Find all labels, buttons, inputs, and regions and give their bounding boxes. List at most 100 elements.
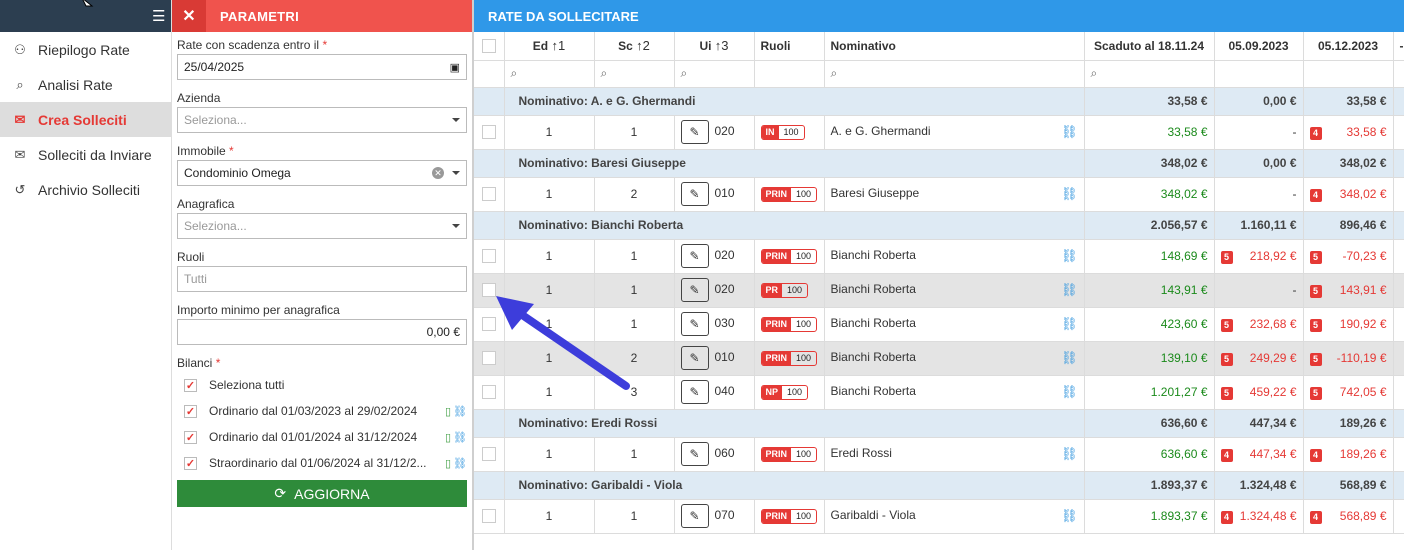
registry-select[interactable]: Seleziona...	[177, 213, 467, 239]
col-sc[interactable]: Sc ↑2	[594, 32, 675, 61]
edit-icon[interactable]: ✎	[680, 380, 709, 404]
row-checkbox[interactable]	[474, 115, 505, 150]
min-amount-input[interactable]: 0,00 €	[177, 319, 467, 345]
link-icon[interactable]: ⛓	[1061, 384, 1078, 400]
sidebar-item-2[interactable]: ✉ Crea Solleciti	[0, 102, 171, 137]
edit-icon[interactable]: ✎	[680, 504, 709, 528]
table-row[interactable]: 1 3 ✎ 040 NP 100 Bianchi Roberta ⛓ 1.201,27 €5 45…	[474, 375, 1404, 410]
link-icon[interactable]: ⛓	[1061, 316, 1078, 332]
checkmark-icon[interactable]: ✓	[184, 430, 197, 444]
table-row[interactable]: 1 1 ✎ 020 PRIN 100 Bianchi Roberta ⛓ 148,69 €5 21…	[474, 239, 1404, 274]
mobile-icon[interactable]: ▯	[445, 457, 451, 470]
sidebar-item-0[interactable]: ⚇ Riepilogo Rate	[0, 32, 171, 67]
cell-ed: 1	[504, 307, 595, 342]
close-icon[interactable]: ✕	[172, 0, 206, 32]
cell-sc: 2	[594, 177, 675, 212]
col-nominativo[interactable]: Nominativo	[824, 32, 1085, 61]
balance-item[interactable]: ✓ Straordinario dal 01/06/2024 al 31/12/2…	[177, 450, 467, 476]
cell-sc: 1	[594, 239, 675, 274]
edit-icon[interactable]: ✎	[680, 278, 709, 302]
link-icon[interactable]: ⛓	[1061, 248, 1078, 264]
table-row[interactable]: 1 1 ✎ 020 PR 100 Bianchi Roberta ⛓ 143,91 € -5 143…	[474, 273, 1404, 308]
row-checkbox[interactable]	[474, 375, 505, 410]
sidebar-item-4[interactable]: ↺ Archivio Solleciti	[0, 172, 171, 207]
select-all-rows-checkbox[interactable]	[474, 32, 505, 61]
link-icon[interactable]: ⛓	[1061, 508, 1078, 524]
group-label: Nominativo: Eredi Rossi	[504, 409, 1085, 438]
edit-icon[interactable]: ✎	[680, 244, 709, 268]
link-icon[interactable]: ⛓	[1061, 350, 1078, 366]
count-badge: 5	[1220, 386, 1233, 400]
table-row[interactable]: 1 1 ✎ 020 IN 100 A. e G. Ghermandi ⛓ 33,58 € -4 33…	[474, 115, 1404, 150]
edit-icon[interactable]: ✎	[680, 120, 709, 144]
property-label: Immobile *	[177, 144, 234, 158]
mobile-icon[interactable]: ▯	[445, 431, 451, 444]
row-checkbox[interactable]	[474, 273, 505, 308]
link-icon[interactable]: ⛓	[1061, 446, 1078, 462]
table-row[interactable]: 1 1 ✎ 030 PRIN 100 Bianchi Roberta ⛓ 423,60 €5 23…	[474, 307, 1404, 342]
checkmark-icon[interactable]: ✓	[184, 378, 197, 392]
row-checkbox[interactable]	[474, 307, 505, 342]
col-scaduto[interactable]: Scaduto al 18.11.24	[1084, 32, 1215, 61]
balance-item[interactable]: ✓ Ordinario dal 01/03/2023 al 29/02/2024 ▯…	[177, 398, 467, 424]
chevron-down-icon[interactable]	[452, 171, 460, 175]
filter-scaduto[interactable]: ⌕	[1084, 60, 1215, 88]
clear-icon[interactable]: ✕	[432, 167, 444, 179]
company-select[interactable]: Seleziona...	[177, 107, 467, 133]
col-ruoli[interactable]: Ruoli	[754, 32, 825, 61]
filter-ed[interactable]: ⌕	[504, 60, 595, 88]
select-all-checkbox[interactable]: ✓ Seleziona tutti	[177, 372, 467, 398]
edit-icon[interactable]: ✎	[680, 312, 709, 336]
group-date-1: 447,34 €	[1214, 409, 1304, 438]
table-row[interactable]: 1 1 ✎ 070 PRIN 100 Garibaldi - Viola ⛓ 1.893,37 …	[474, 499, 1404, 534]
filter-sc[interactable]: ⌕	[594, 60, 675, 88]
col-ui[interactable]: Ui ↑3	[674, 32, 755, 61]
sidebar-toggle-icon[interactable]: ☰	[152, 7, 165, 25]
sidebar-item-3[interactable]: ✉ Solleciti da Inviare	[0, 137, 171, 172]
table-row[interactable]: 1 2 ✎ 010 PRIN 100 Baresi Giuseppe ⛓ 348,02 € -4 3…	[474, 177, 1404, 212]
chevron-down-icon[interactable]	[452, 118, 460, 122]
checkmark-icon[interactable]: ✓	[184, 456, 197, 470]
cell-ed: 1	[504, 273, 595, 308]
chevron-down-icon[interactable]	[452, 224, 460, 228]
link-icon[interactable]: ⛓	[453, 457, 467, 470]
edit-icon[interactable]: ✎	[680, 442, 709, 466]
refresh-button[interactable]: ⟳ AGGIORNA	[177, 480, 467, 507]
property-value: Condominio Omega	[184, 166, 291, 180]
filter-ui[interactable]: ⌕	[674, 60, 755, 88]
count-badge: 4	[1220, 510, 1233, 524]
balance-item[interactable]: ✓ Ordinario dal 01/01/2024 al 31/12/2024 ▯…	[177, 424, 467, 450]
table-row[interactable]: 1 1 ✎ 060 PRIN 100 Eredi Rossi ⛓ 636,60 €4 447,34…	[474, 437, 1404, 472]
row-checkbox[interactable]	[474, 239, 505, 274]
row-checkbox[interactable]	[474, 437, 505, 472]
link-icon[interactable]: ⛓	[453, 405, 467, 418]
count-badge: 4	[1309, 188, 1322, 202]
col-date-1[interactable]: 05.09.2023	[1214, 32, 1304, 61]
row-checkbox[interactable]	[474, 499, 505, 534]
link-icon[interactable]: ⛓	[453, 431, 467, 444]
property-select[interactable]: Condominio Omega ✕	[177, 160, 467, 186]
roles-input[interactable]: Tutti	[177, 266, 467, 292]
col-ed[interactable]: Ed ↑1	[504, 32, 595, 61]
sort-asc-icon[interactable]: ↑2	[636, 38, 650, 53]
col-date-3[interactable]: -	[1393, 32, 1404, 61]
mobile-icon[interactable]: ▯	[445, 405, 451, 418]
calendar-icon[interactable]: ▣	[450, 61, 460, 74]
due-date-input[interactable]: 25/04/2025 ▣	[177, 54, 467, 80]
sidebar-item-1[interactable]: ⌕ Analisi Rate	[0, 67, 171, 102]
row-checkbox[interactable]	[474, 177, 505, 212]
group-date-2: 33,58 €	[1303, 87, 1394, 116]
sort-asc-icon[interactable]: ↑3	[715, 38, 729, 53]
link-icon[interactable]: ⛓	[1061, 282, 1078, 298]
edit-icon[interactable]: ✎	[680, 182, 709, 206]
checkmark-icon[interactable]: ✓	[184, 404, 197, 418]
sort-asc-icon[interactable]: ↑1	[551, 38, 565, 53]
link-icon[interactable]: ⛓	[1061, 186, 1078, 202]
row-checkbox[interactable]	[474, 341, 505, 376]
edit-icon[interactable]: ✎	[680, 346, 709, 370]
filter-nominativo[interactable]: ⌕	[824, 60, 1085, 88]
link-icon[interactable]: ⛓	[1061, 124, 1078, 140]
col-date-2[interactable]: 05.12.2023	[1303, 32, 1394, 61]
table-row[interactable]: 1 2 ✎ 010 PRIN 100 Bianchi Roberta ⛓ 139,10 €5 24…	[474, 341, 1404, 376]
cell-ed: 1	[504, 437, 595, 472]
